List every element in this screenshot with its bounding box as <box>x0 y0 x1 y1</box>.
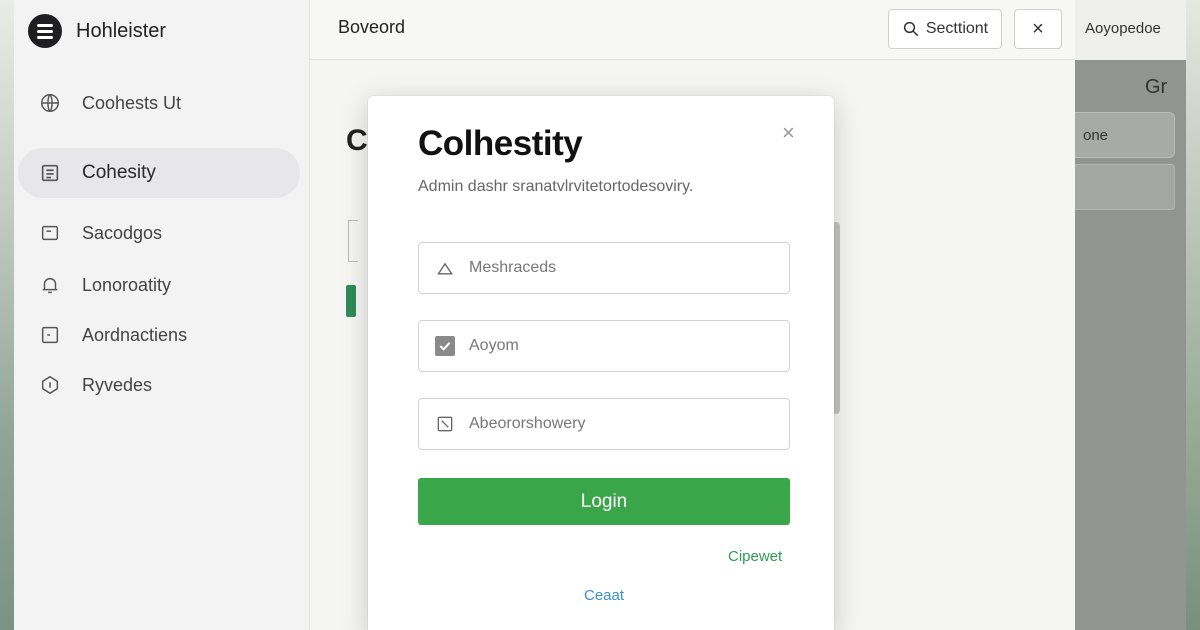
background-heading: C <box>346 124 368 157</box>
background-input <box>348 220 358 262</box>
close-button[interactable]: × <box>1014 9 1062 49</box>
modal-subtitle: Admin dashr sranatvlrvitetortodesoviry. <box>418 178 694 195</box>
sidebar-item-label: Cohesity <box>82 162 156 183</box>
sidebar-item-ryvedes[interactable]: Ryvedes <box>18 360 300 410</box>
sidebar-item-sacodgos[interactable]: Sacodgos <box>18 208 300 258</box>
sidebar-item-lonoroatity[interactable]: Lonoroatity <box>18 260 300 310</box>
user-icon <box>437 262 453 275</box>
secondary-link[interactable]: Cipewet <box>728 548 782 565</box>
password-input[interactable] <box>469 415 769 433</box>
right-panel-title: Aoyopedoe <box>1085 20 1161 37</box>
edit-icon <box>437 416 453 432</box>
close-icon: × <box>1032 17 1044 40</box>
login-button[interactable]: Login <box>418 478 790 525</box>
sidebar-item-label: Coohests Ut <box>82 92 182 113</box>
sidebar-item-cohesity[interactable]: Cohesity <box>18 148 300 198</box>
bell-icon <box>38 273 62 297</box>
page-title: Boveord <box>338 17 406 37</box>
sidebar-item-label: Aordnactiens <box>82 324 188 345</box>
option-field[interactable] <box>418 320 790 372</box>
card-icon <box>38 221 62 245</box>
option-input[interactable] <box>469 337 769 355</box>
app-window: Hohleister Coohests Ut Cohesity Sacodgos <box>14 0 1186 630</box>
shield-icon <box>38 373 62 397</box>
right-panel-field-label: one <box>1083 127 1109 144</box>
sidebar-item-label: Lonoroatity <box>82 274 172 295</box>
search-button[interactable]: Secttiont <box>888 9 1002 49</box>
background-button <box>346 285 356 317</box>
right-panel-glyph: Gr <box>1145 76 1168 98</box>
username-field[interactable] <box>418 242 790 294</box>
top-bar: Boveord Secttiont × <box>310 0 1075 60</box>
globe-icon <box>38 91 62 115</box>
right-panel: Aoyopedoe Gr one <box>1075 0 1186 630</box>
sidebar-item-aordnactiens[interactable]: Aordnactiens <box>18 310 300 360</box>
brand[interactable]: Hohleister <box>28 14 166 48</box>
search-button-label: Secttiont <box>925 20 989 37</box>
right-panel-header: Aoyopedoe <box>1075 0 1186 60</box>
right-panel-field[interactable]: one <box>1075 112 1175 158</box>
right-panel-field[interactable] <box>1075 164 1175 210</box>
backdrop-right <box>1186 0 1200 630</box>
login-modal: × Colhestity Admin dashr sranatvlrviteto… <box>368 96 834 630</box>
checkbox-icon[interactable] <box>435 336 455 356</box>
password-field[interactable] <box>418 398 790 450</box>
sidebar-item-coohests[interactable]: Coohests Ut <box>18 78 300 128</box>
username-input[interactable] <box>469 259 769 277</box>
cancel-link[interactable]: Ceaat <box>584 587 624 604</box>
modal-title: Colhestity <box>418 124 583 163</box>
brand-name: Hohleister <box>76 19 167 42</box>
sidebar-item-label: Sacodgos <box>82 222 163 243</box>
modal-close-icon[interactable]: × <box>782 120 795 146</box>
menu-icon[interactable] <box>28 14 62 48</box>
backdrop-left <box>0 0 14 630</box>
sidebar: Hohleister Coohests Ut Cohesity Sacodgos <box>14 0 310 630</box>
search-icon <box>903 21 919 37</box>
sidebar-item-label: Ryvedes <box>82 374 153 395</box>
list-icon <box>38 323 62 347</box>
document-icon <box>38 161 62 185</box>
